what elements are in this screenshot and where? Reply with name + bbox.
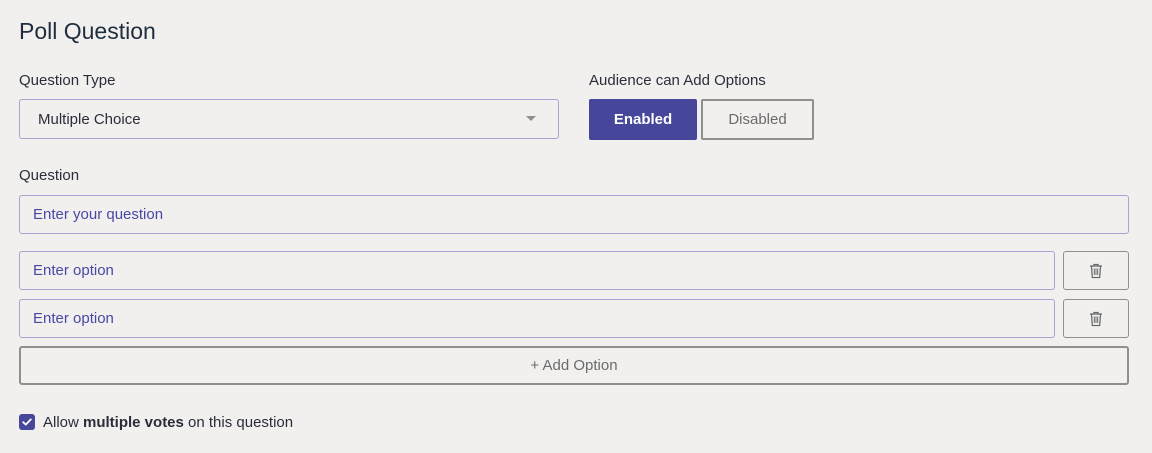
question-type-select[interactable]: Multiple Choice [19, 99, 559, 139]
multiple-votes-suffix: on this question [183, 413, 294, 431]
trash-icon [1090, 311, 1102, 326]
multiple-votes-row: Allow multiple votes on this question [19, 412, 293, 432]
multiple-votes-checkbox[interactable] [19, 414, 35, 430]
delete-option-1-button[interactable] [1063, 251, 1129, 290]
option-input-2[interactable] [19, 299, 1055, 338]
poll-question-panel: Poll Question Question Type Multiple Cho… [0, 0, 1152, 453]
disabled-button[interactable]: Disabled [701, 99, 814, 140]
option-input-1[interactable] [19, 251, 1055, 290]
multiple-votes-prefix: Allow [43, 413, 84, 431]
multiple-votes-bold: multiple votes [83, 413, 184, 431]
multiple-votes-label: Allow multiple votes on this question [43, 414, 293, 431]
add-option-button[interactable]: + Add Option [19, 346, 1129, 385]
enabled-button[interactable]: Enabled [589, 99, 697, 140]
delete-option-2-button[interactable] [1063, 299, 1129, 338]
question-input[interactable] [19, 195, 1129, 234]
question-type-label: Question Type [19, 72, 116, 89]
question-label: Question [19, 167, 80, 184]
checkmark-icon [22, 418, 32, 426]
chevron-down-icon [526, 116, 536, 121]
question-type-value: Multiple Choice [38, 110, 141, 128]
audience-options-label: Audience can Add Options [589, 72, 766, 89]
trash-icon [1090, 263, 1102, 278]
page-title: Poll Question [19, 18, 156, 44]
